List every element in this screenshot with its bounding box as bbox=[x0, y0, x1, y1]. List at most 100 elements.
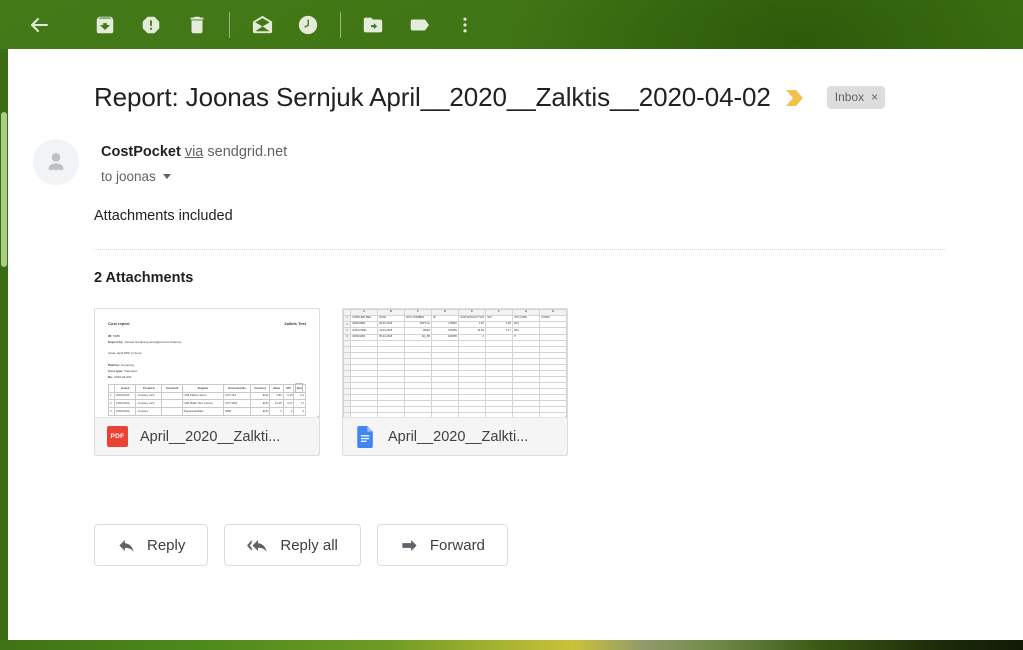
attachment-filename-sheet: April__2020__Zalkti... bbox=[388, 428, 529, 445]
page-icon bbox=[295, 383, 303, 393]
pdf-table-header-cell: Issued bbox=[113, 384, 137, 393]
reply-all-arrow-icon bbox=[247, 539, 268, 552]
reply-button-label: Reply bbox=[147, 536, 186, 554]
forward-arrow-icon bbox=[402, 539, 417, 551]
move-to-folder-icon[interactable] bbox=[350, 2, 396, 48]
pdf-table-cell: company card bbox=[135, 399, 163, 408]
report-spam-icon[interactable] bbox=[128, 2, 174, 48]
recipient-label: to joonas bbox=[101, 169, 156, 184]
attachment-chip-sheet[interactable]: April__2020__Zalkti... bbox=[343, 417, 567, 455]
pdf-table-header-cell: Currency bbox=[250, 384, 271, 393]
pdf-table-header-cell: Document No bbox=[223, 384, 252, 393]
reply-button[interactable]: Reply bbox=[94, 524, 209, 566]
pdf-table-cell: 14.35 bbox=[269, 399, 284, 408]
pdf-table-cell: 0 bbox=[282, 407, 295, 416]
pdf-preview-table: Issued Posted in Comment Supplier Document N… bbox=[108, 384, 306, 416]
pdf-exportby-label: Export by: bbox=[108, 340, 124, 345]
pdf-costtype-label: Cost type: bbox=[108, 368, 124, 373]
pdf-table-cell: 0.45 bbox=[282, 391, 295, 401]
pdf-table-cell: EUR bbox=[250, 391, 271, 401]
delete-trash-icon[interactable] bbox=[174, 2, 220, 48]
snooze-clock-icon[interactable] bbox=[285, 2, 331, 48]
status-badge[interactable]: Inbox × bbox=[826, 86, 886, 109]
vertical-scrollbar-thumb[interactable] bbox=[1, 112, 7, 267]
pdf-table-cell: 5.82 bbox=[269, 391, 284, 401]
attachment-card-sheet[interactable]: ABCDEFGH 1 SUPPLIER REG DATE DOC NUMBER ID SU… bbox=[342, 308, 568, 456]
toolbar-divider-2 bbox=[340, 11, 341, 38]
sender-meta: CostPocket via sendgrid.net to joonas bbox=[101, 139, 287, 185]
back-arrow-icon[interactable] bbox=[16, 2, 62, 48]
sheet-preview-table: ABCDEFGH 1 SUPPLIER REG DATE DOC NUMBER ID SU… bbox=[343, 309, 567, 425]
pdf-table-cell: EUR bbox=[250, 399, 271, 408]
table-row: 2 13/01/2020 company card UAB 'Baltic Taxi'… bbox=[108, 399, 306, 408]
important-marker-icon[interactable] bbox=[785, 89, 805, 107]
reply-arrow-icon bbox=[119, 539, 134, 552]
pdf-paidby-value: Company bbox=[120, 362, 135, 367]
sender-block: CostPocket via sendgrid.net to joonas bbox=[8, 113, 1023, 185]
archive-icon[interactable] bbox=[82, 2, 128, 48]
sender-name[interactable]: CostPocket bbox=[101, 144, 181, 160]
pdf-table-header-row: Issued Posted in Comment Supplier Document N… bbox=[108, 384, 306, 393]
pdf-table-cell: EUR bbox=[250, 407, 271, 416]
pdf-table-cell: 4 bbox=[269, 407, 284, 416]
pdf-table-header-cell: Supplier bbox=[181, 384, 225, 393]
chevron-down-icon[interactable] bbox=[162, 174, 171, 179]
pdf-table-cell: AXT-3454 bbox=[223, 399, 252, 408]
pdf-exportby-value: Joonas Sernjuk (joonas@unicost.finance) bbox=[124, 340, 182, 345]
more-options-icon[interactable] bbox=[442, 2, 488, 48]
email-body-text: Attachments included bbox=[94, 208, 233, 224]
google-docs-file-icon bbox=[355, 425, 376, 448]
pdf-id-value: 5385 bbox=[113, 333, 120, 338]
pdf-note-value: April PDF (1 item) bbox=[116, 351, 142, 356]
pdf-table-cell: UAB Zalktis Laisve bbox=[181, 391, 225, 401]
sender-via-link[interactable]: via bbox=[185, 144, 204, 160]
attachments-row: Cost report Zalktis Test ID: 5385 Export… bbox=[8, 286, 1023, 456]
pdf-table-cell bbox=[161, 399, 183, 408]
pdf-table-cell bbox=[161, 391, 183, 401]
avatar[interactable] bbox=[33, 139, 79, 185]
attachments-heading: 2 Attachments bbox=[94, 270, 194, 286]
forward-button-label: Forward bbox=[429, 536, 485, 554]
mark-unread-icon[interactable] bbox=[239, 2, 285, 48]
pdf-table-header-cell: Value bbox=[269, 384, 284, 393]
reply-all-button[interactable]: Reply all bbox=[224, 524, 361, 566]
sender-domain: sendgrid.net bbox=[207, 144, 288, 160]
pdf-preview-brand: Zalktis Test bbox=[284, 321, 306, 326]
pdf-id-label: ID: bbox=[108, 333, 113, 338]
subject-row: Report: Joonas Sernjuk April__2020__Zalk… bbox=[8, 49, 1023, 113]
pdf-preview-title: Cost report bbox=[108, 321, 130, 326]
toolbar-divider-1 bbox=[229, 11, 230, 38]
table-row: 3 16/06/2020 company Siguapsaeldidas 9680 EUR… bbox=[108, 407, 306, 416]
pdf-ref-label: No: bbox=[108, 375, 114, 380]
pdf-table-cell: 6.4 bbox=[293, 391, 306, 401]
attachment-chip-pdf[interactable]: PDF April__2020__Zalkti... bbox=[95, 417, 319, 455]
pdf-ref-value: 2020-04-001 bbox=[114, 375, 132, 380]
pdf-table-cell: 16/06/2020 bbox=[113, 407, 137, 416]
pdf-file-icon: PDF bbox=[107, 426, 128, 447]
pdf-table-cell: company bbox=[135, 407, 163, 416]
pdf-table-cell bbox=[161, 407, 183, 416]
page-title: Report: Joonas Sernjuk April__2020__Zalk… bbox=[94, 82, 771, 112]
label-tag-icon[interactable] bbox=[396, 2, 442, 48]
table-row: 1 01/04/2020 company card UAB Zalktis Laisv… bbox=[108, 391, 306, 401]
label-chip-text: Inbox bbox=[834, 90, 865, 104]
screen-bottom-strip bbox=[0, 640, 1023, 650]
reply-all-button-label: Reply all bbox=[280, 536, 338, 554]
pdf-costtype-value: Transport bbox=[123, 368, 138, 373]
pdf-table-header-cell: Comment bbox=[161, 384, 183, 393]
close-icon[interactable]: × bbox=[871, 90, 878, 104]
recipient-expander[interactable]: to joonas bbox=[101, 169, 171, 184]
pdf-table-cell: Siguapsaeldidas bbox=[181, 407, 225, 416]
attachment-card-pdf[interactable]: Cost report Zalktis Test ID: 5385 Export… bbox=[94, 308, 320, 456]
pdf-table-cell: company card bbox=[135, 391, 163, 401]
pdf-table-cell: AXT-184 bbox=[223, 391, 252, 401]
pdf-table-cell: 17 bbox=[293, 399, 306, 408]
pdf-table-header-cell: Posted in bbox=[135, 384, 163, 393]
pdf-table-cell: 01/04/2020 bbox=[113, 391, 137, 401]
email-message-pane: Report: Joonas Sernjuk April__2020__Zalk… bbox=[8, 49, 1023, 640]
email-toolbar bbox=[0, 0, 1023, 49]
forward-button[interactable]: Forward bbox=[376, 524, 508, 566]
pdf-table-cell: 9680 bbox=[223, 407, 252, 416]
pdf-table-cell: 4 bbox=[293, 407, 306, 416]
attachment-filename-pdf: April__2020__Zalkti... bbox=[140, 428, 281, 445]
